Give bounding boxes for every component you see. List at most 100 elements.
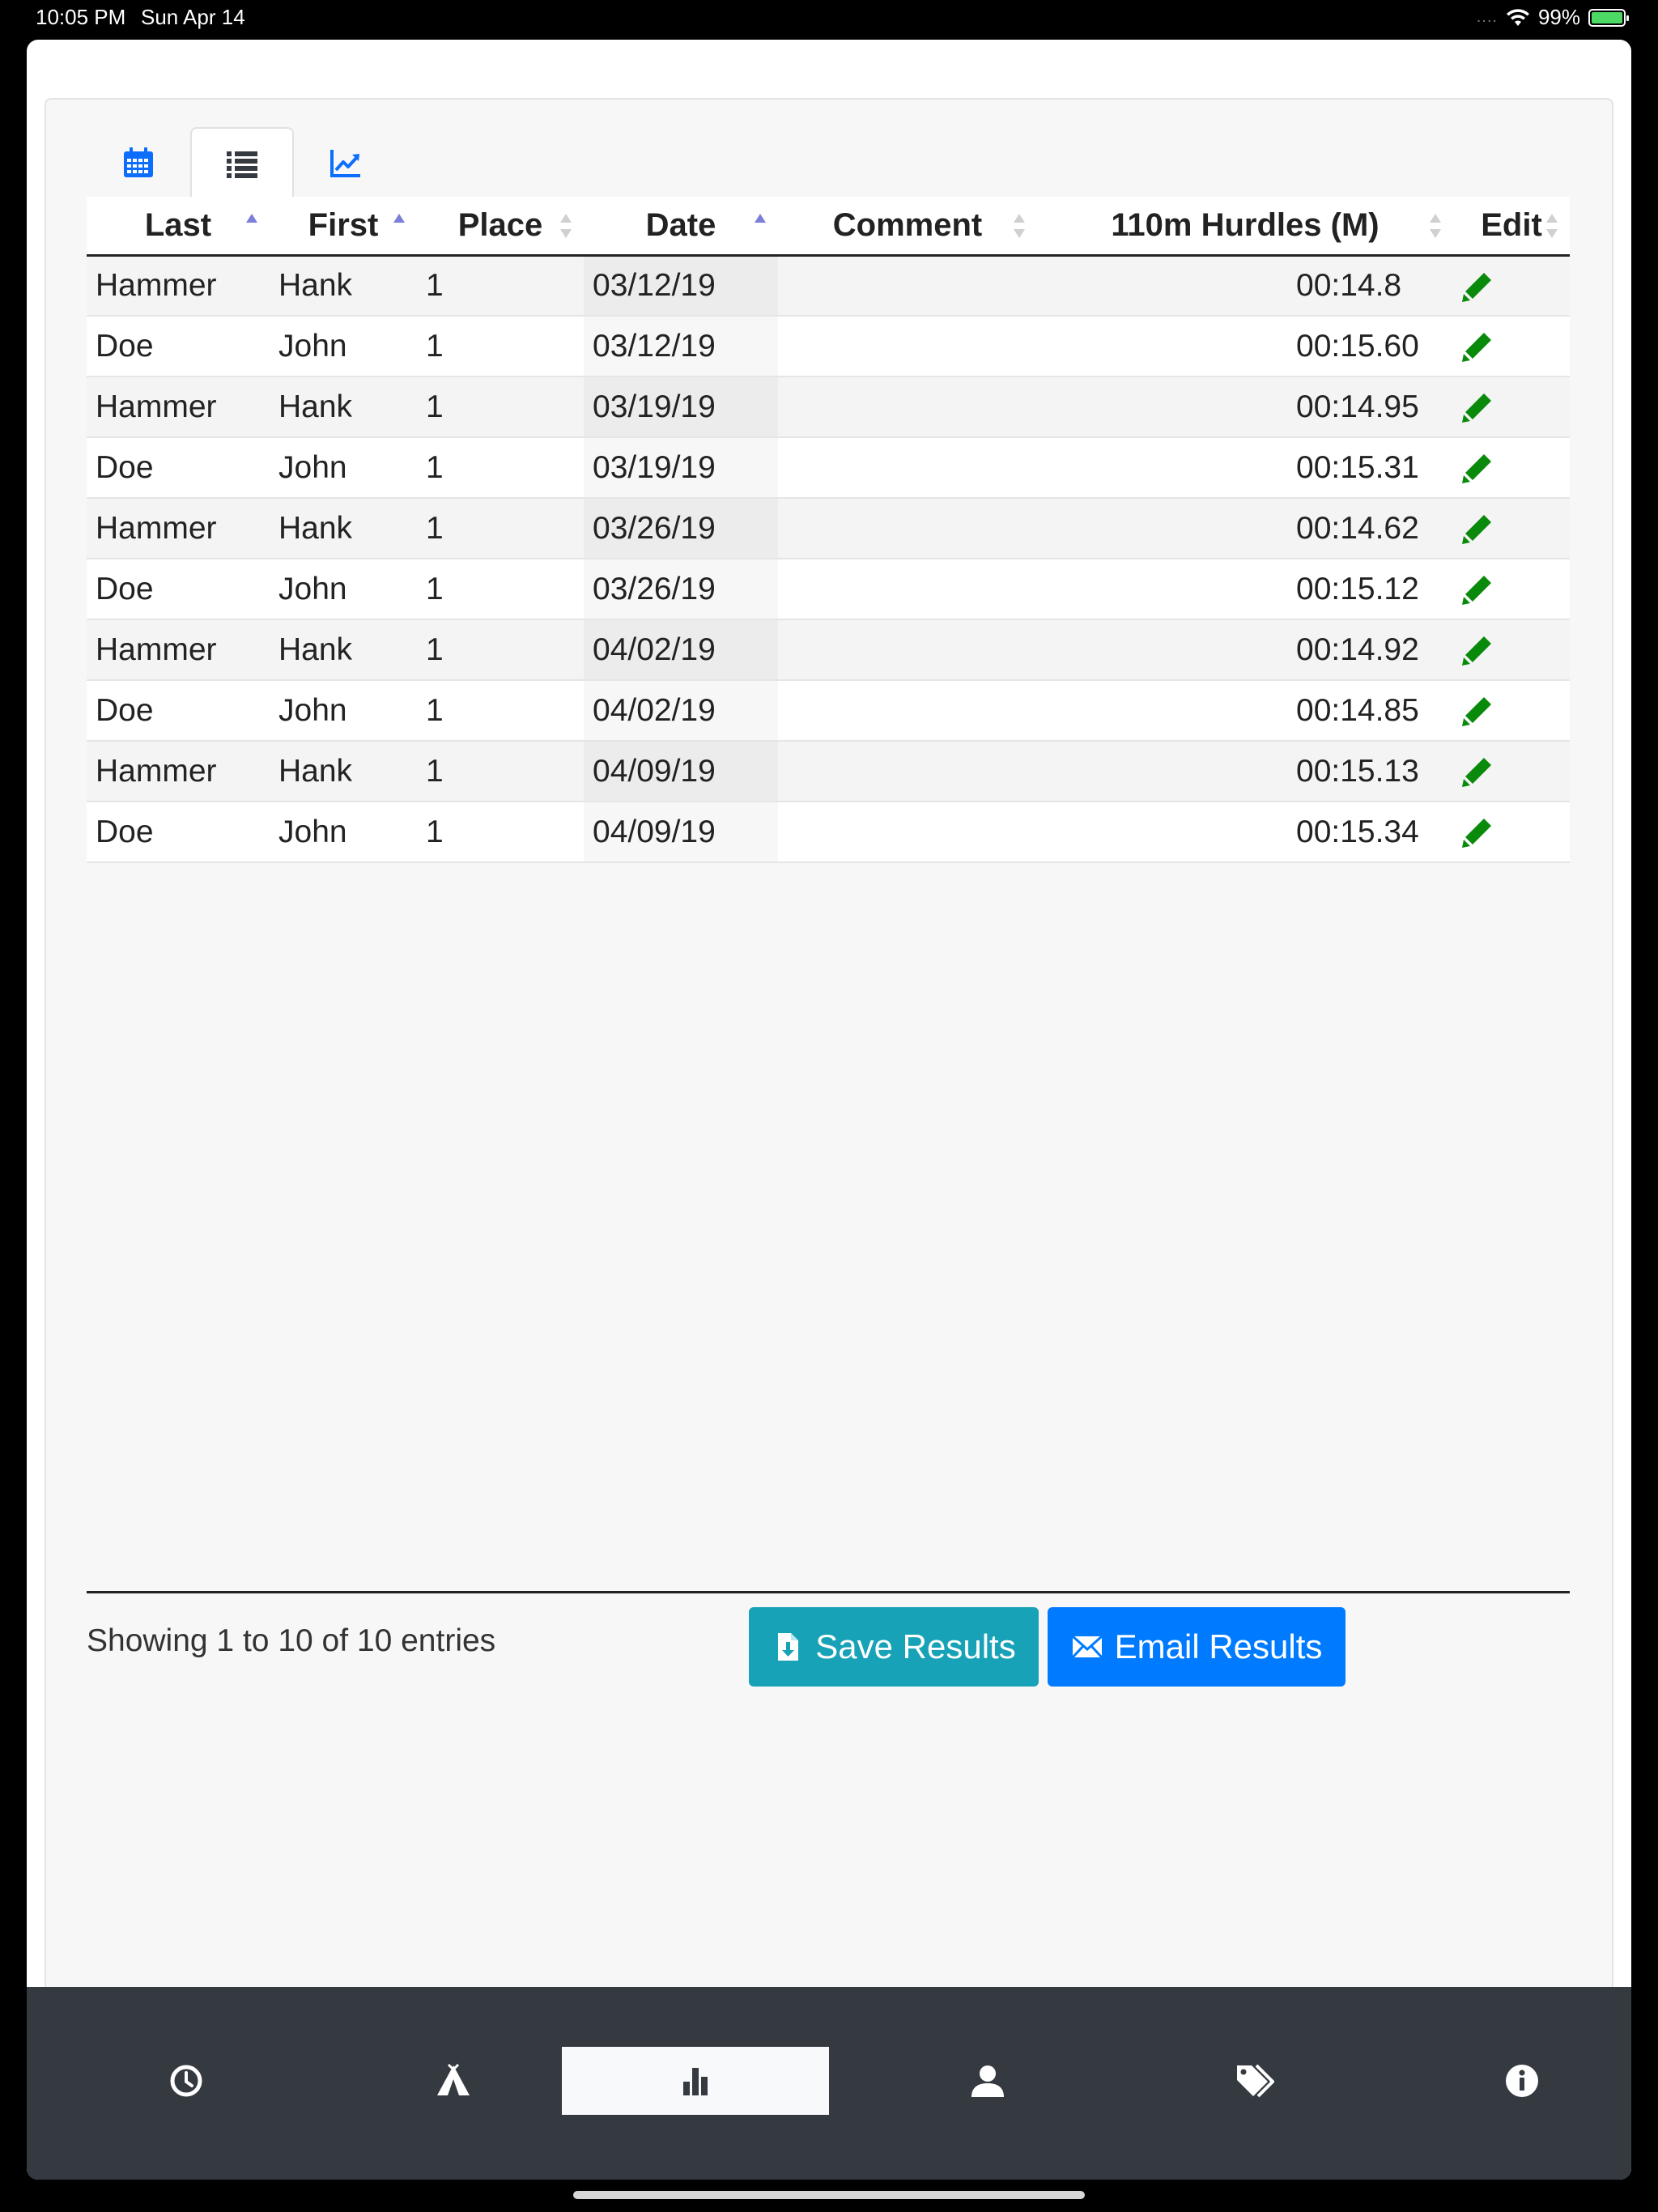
battery-level xyxy=(1592,11,1622,23)
tab-chart[interactable] xyxy=(294,127,397,198)
time-cell: 00:15.12 xyxy=(1037,559,1453,620)
date-cell: 04/09/19 xyxy=(584,741,778,802)
time-cell: 00:15.34 xyxy=(1037,802,1453,863)
email-results-button[interactable]: Email Results xyxy=(1048,1607,1346,1687)
sort-indicator-icon xyxy=(1544,208,1560,244)
first-name-cell: Hank xyxy=(270,255,417,317)
save-results-button[interactable]: Save Results xyxy=(749,1607,1039,1687)
place-cell: 1 xyxy=(417,437,584,499)
sort-indicator-icon xyxy=(244,208,260,244)
table-header-row: Last First Place Date Comment 110m Hurdles (M… xyxy=(87,197,1570,257)
column-header-first[interactable]: First xyxy=(270,197,417,257)
last-name-cell: Hammer xyxy=(87,255,270,317)
status-indicators: .... 99% xyxy=(1476,5,1629,30)
email-results-label: Email Results xyxy=(1114,1627,1323,1665)
column-header-edit[interactable]: Edit xyxy=(1453,197,1570,257)
date-cell: 03/26/19 xyxy=(584,498,778,559)
edit-cell xyxy=(1453,437,1570,499)
date-cell: 03/26/19 xyxy=(584,559,778,620)
edit-cell xyxy=(1453,316,1570,377)
user-icon xyxy=(971,2065,1004,2097)
status-time: 10:05 PM xyxy=(36,5,126,29)
results-table: Last First Place Date Comment 110m Hurdles (M… xyxy=(87,197,1570,863)
line-chart-icon xyxy=(330,150,360,177)
tab-list[interactable] xyxy=(190,127,294,198)
column-header-comment[interactable]: Comment xyxy=(778,197,1037,257)
first-name-cell: Hank xyxy=(270,619,417,681)
place-cell: 1 xyxy=(417,376,584,438)
pencil-icon[interactable] xyxy=(1460,815,1495,850)
table-footer-divider xyxy=(87,1591,1570,1593)
pencil-icon[interactable] xyxy=(1460,754,1495,789)
first-name-cell: Hank xyxy=(270,741,417,802)
pencil-icon[interactable] xyxy=(1460,511,1495,547)
pencil-icon[interactable] xyxy=(1460,269,1495,304)
status-bar: 10:05 PM Sun Apr 14 .... 99% xyxy=(0,0,1658,36)
nav-athletes[interactable] xyxy=(870,2047,1105,2115)
nav-results[interactable] xyxy=(562,2047,829,2115)
view-tabs xyxy=(87,127,397,198)
column-header-label: 110m Hurdles (M) xyxy=(1111,206,1380,243)
comment-cell xyxy=(778,316,1037,377)
last-name-cell: Hammer xyxy=(87,741,270,802)
results-panel: Last First Place Date Comment 110m Hurdles (M… xyxy=(45,98,1613,2057)
nav-info[interactable] xyxy=(1405,2047,1631,2115)
first-name-cell: Hank xyxy=(270,376,417,438)
comment-cell xyxy=(778,498,1037,559)
pencil-icon[interactable] xyxy=(1460,329,1495,364)
time-cell: 00:14.85 xyxy=(1037,680,1453,742)
place-cell: 1 xyxy=(417,741,584,802)
table-row: Hammer Hank 1 03/12/19 00:14.8 xyxy=(87,255,1570,317)
sort-indicator-icon xyxy=(1427,208,1443,244)
column-header-last[interactable]: Last xyxy=(87,197,270,257)
list-icon xyxy=(227,151,257,178)
date-cell: 04/09/19 xyxy=(584,802,778,863)
time-cell: 00:15.60 xyxy=(1037,316,1453,377)
comment-cell xyxy=(778,741,1037,802)
battery-icon xyxy=(1588,8,1629,27)
place-cell: 1 xyxy=(417,680,584,742)
home-indicator xyxy=(573,2191,1085,2199)
column-header-date[interactable]: Date xyxy=(584,197,778,257)
column-header-place[interactable]: Place xyxy=(417,197,584,257)
edit-cell xyxy=(1453,376,1570,438)
comment-cell xyxy=(778,255,1037,317)
app-window: Last First Place Date Comment 110m Hurdles (M… xyxy=(27,40,1631,2180)
sort-indicator-icon xyxy=(558,208,574,244)
comment-cell xyxy=(778,619,1037,681)
pencil-icon[interactable] xyxy=(1460,389,1495,425)
edit-cell xyxy=(1453,619,1570,681)
table-row: Doe John 1 03/26/19 00:15.12 xyxy=(87,559,1570,620)
nav-history[interactable] xyxy=(69,2047,304,2115)
tab-calendar[interactable] xyxy=(87,127,190,198)
column-header-110m-hurdles-m[interactable]: 110m Hurdles (M) xyxy=(1037,197,1453,257)
nav-meets[interactable] xyxy=(336,2047,571,2115)
pencil-icon[interactable] xyxy=(1460,572,1495,607)
comment-cell xyxy=(778,680,1037,742)
signal-icon: .... xyxy=(1476,8,1498,26)
tent-icon xyxy=(437,2063,470,2095)
time-cell: 00:14.62 xyxy=(1037,498,1453,559)
edit-cell xyxy=(1453,498,1570,559)
edit-cell xyxy=(1453,680,1570,742)
edit-cell xyxy=(1453,255,1570,317)
last-name-cell: Doe xyxy=(87,437,270,499)
comment-cell xyxy=(778,559,1037,620)
nav-tags[interactable] xyxy=(1137,2047,1372,2115)
last-name-cell: Doe xyxy=(87,680,270,742)
pencil-icon[interactable] xyxy=(1460,450,1495,486)
comment-cell xyxy=(778,802,1037,863)
last-name-cell: Doe xyxy=(87,559,270,620)
table-row: Hammer Hank 1 03/26/19 00:14.62 xyxy=(87,498,1570,559)
pencil-icon[interactable] xyxy=(1460,693,1495,729)
table-row: Hammer Hank 1 03/19/19 00:14.95 xyxy=(87,376,1570,438)
pencil-icon[interactable] xyxy=(1460,632,1495,668)
table-row: Hammer Hank 1 04/09/19 00:15.13 xyxy=(87,741,1570,802)
place-cell: 1 xyxy=(417,498,584,559)
battery-percent: 99% xyxy=(1537,5,1580,29)
time-cell: 00:14.92 xyxy=(1037,619,1453,681)
tags-icon xyxy=(1237,2064,1274,2098)
last-name-cell: Hammer xyxy=(87,498,270,559)
edit-cell xyxy=(1453,559,1570,620)
first-name-cell: John xyxy=(270,316,417,377)
